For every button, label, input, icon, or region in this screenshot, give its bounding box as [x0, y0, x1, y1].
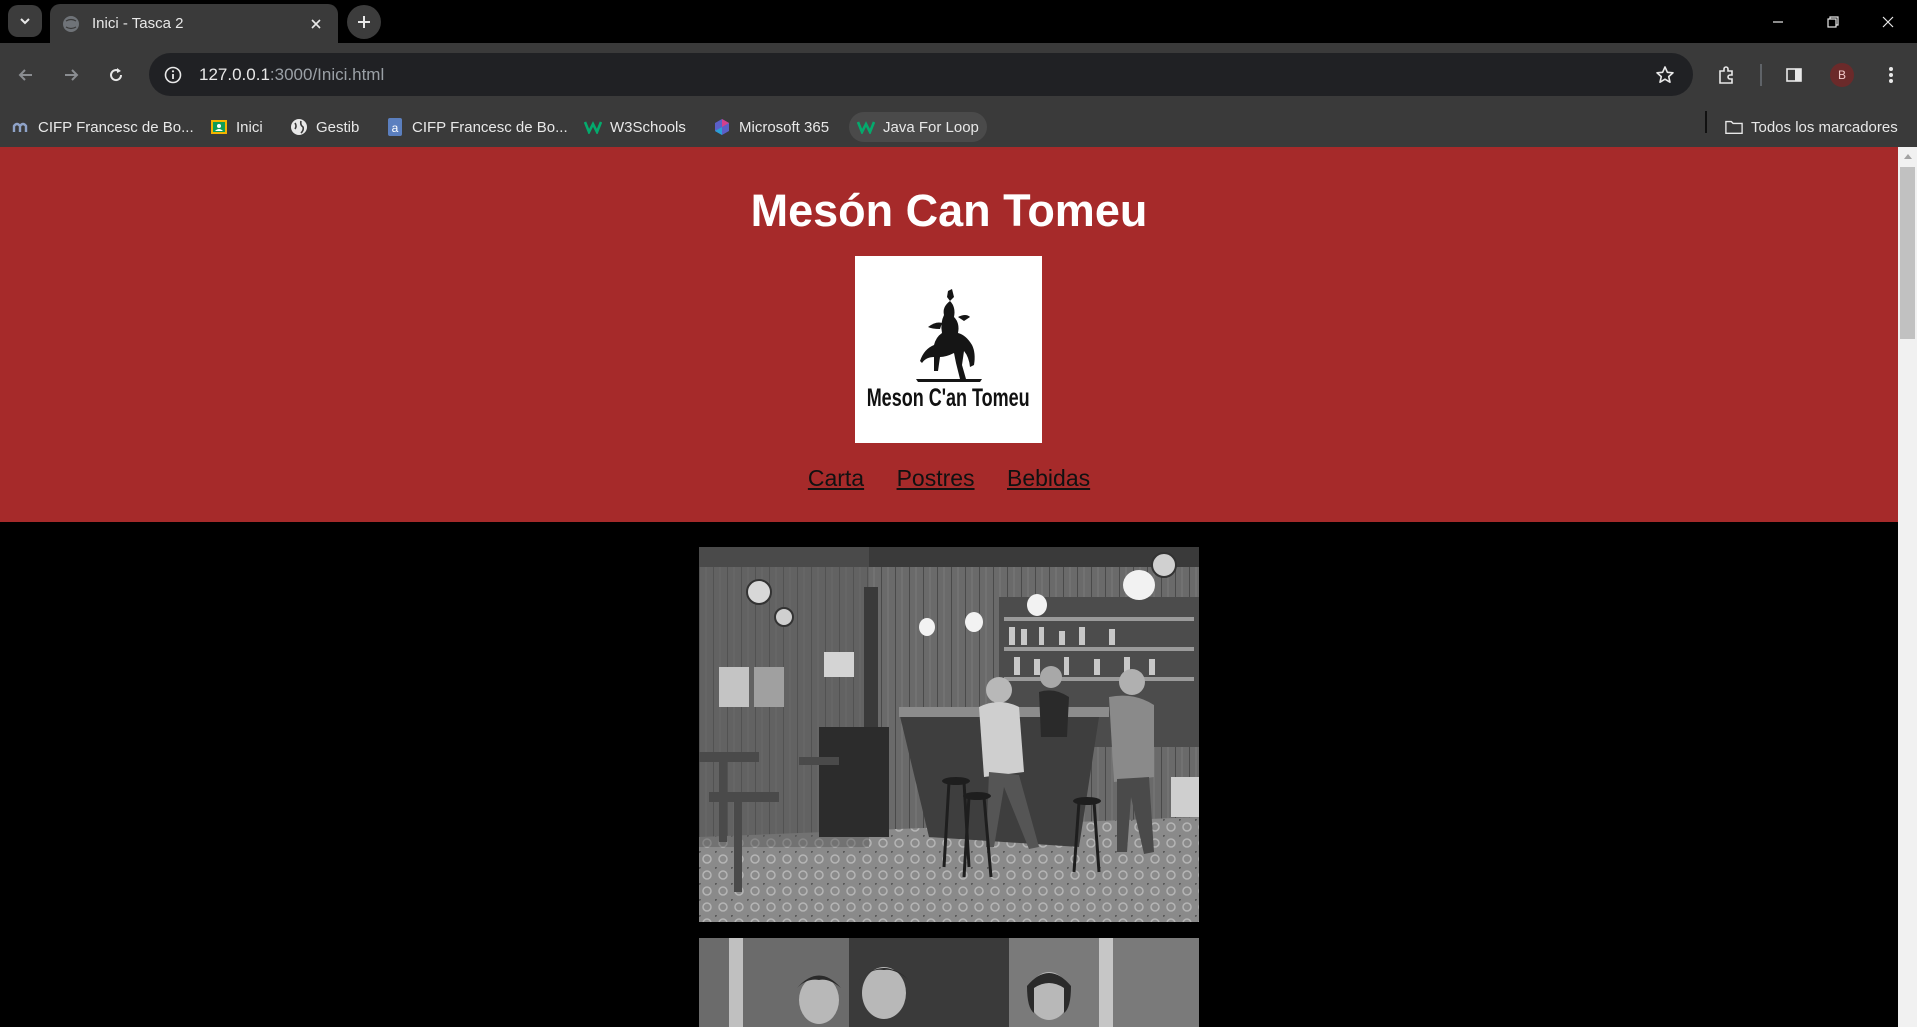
restore-icon [1827, 15, 1839, 28]
w3schools-icon [584, 118, 602, 136]
toolbar-divider [1760, 64, 1762, 86]
tab-active[interactable]: Inici - Tasca 2 [50, 4, 338, 43]
new-tab-button[interactable] [347, 5, 381, 39]
all-bookmarks-button[interactable]: Todos los marcadores [1717, 112, 1906, 142]
puzzle-icon [1719, 66, 1733, 84]
more-vert-icon [1889, 67, 1893, 83]
bookmark-label: Gestib [316, 118, 360, 136]
page-title: Mesón Can Tomeu [750, 185, 1148, 236]
main-nav: Carta Postres Bebidas [0, 465, 1898, 492]
url-host: 127.0.0.1 [199, 64, 270, 84]
bookmark-item[interactable]: Gestib [282, 112, 367, 142]
nav-link-postres[interactable]: Postres [897, 465, 975, 491]
side-panel-icon [1786, 68, 1802, 82]
minimize-icon [1773, 20, 1783, 23]
scrollbar-thumb[interactable] [1900, 167, 1915, 339]
bookmark-label: W3Schools [610, 118, 686, 136]
forward-button[interactable] [53, 57, 89, 93]
bar-interior-photo [699, 547, 1199, 922]
chevron-down-icon [20, 18, 30, 25]
browser-toolbar: 127.0.0.1:3000/Inici.html B [0, 43, 1917, 107]
minimize-button[interactable] [1750, 0, 1806, 43]
bookmark-item[interactable]: a CIFP Francesc de Bo... [378, 112, 576, 142]
reload-icon [110, 68, 123, 82]
scroll-up-arrow-icon[interactable] [1898, 147, 1917, 164]
nav-link-bebidas[interactable]: Bebidas [1007, 465, 1090, 491]
arrow-left-icon [18, 69, 32, 81]
bookmark-item[interactable]: Java For Loop [849, 112, 987, 142]
logo: Meson C'an Tomeu [855, 256, 1042, 443]
profile-button[interactable]: B [1824, 57, 1860, 93]
side-panel-button[interactable] [1776, 57, 1812, 93]
arrow-right-icon [65, 69, 79, 81]
bookmark-item[interactable]: W3Schools [576, 112, 694, 142]
bookmark-label: Todos los marcadores [1751, 118, 1898, 136]
bookmark-label: Java For Loop [883, 118, 979, 136]
plus-icon [358, 16, 370, 28]
menu-button[interactable] [1873, 57, 1909, 93]
bookmark-site-icon: a [386, 118, 404, 136]
bookmark-label: Inici [236, 118, 263, 136]
back-button[interactable] [8, 57, 44, 93]
logo-text: Meson C'an Tomeu [867, 383, 1030, 412]
tab-search-button[interactable] [8, 5, 42, 37]
url-path: :3000/Inici.html [269, 64, 385, 84]
bookmark-item[interactable]: Inici [202, 112, 271, 142]
restore-button[interactable] [1805, 0, 1861, 43]
close-icon [1882, 16, 1894, 27]
avatar: B [1830, 63, 1854, 87]
site-info-icon[interactable] [153, 53, 193, 96]
w3schools-icon [857, 118, 875, 136]
tab-strip: Inici - Tasca 2 [0, 0, 1917, 43]
bookmark-label: CIFP Francesc de Bo... [412, 118, 568, 136]
svg-text:a: a [392, 121, 399, 135]
reload-button[interactable] [98, 57, 134, 93]
close-window-button[interactable] [1860, 0, 1916, 43]
bull-icon [915, 288, 982, 382]
close-tab-icon[interactable] [306, 14, 326, 34]
globe-icon [63, 15, 79, 32]
bookmark-item[interactable]: CIFP Francesc de Bo... [4, 112, 202, 142]
url-text: 127.0.0.1:3000/Inici.html [199, 65, 1645, 85]
site-header: Mesón Can Tomeu Meson C'an Tomeu Carta P… [0, 147, 1898, 522]
folder-icon [1725, 118, 1743, 136]
address-bar[interactable]: 127.0.0.1:3000/Inici.html [149, 53, 1693, 96]
bookmark-item[interactable]: Microsoft 365 [705, 112, 837, 142]
bookmarks-divider [1705, 111, 1707, 133]
bookmarks-bar: CIFP Francesc de Bo... Inici Gestib a CI… [0, 107, 1917, 147]
page-viewport: Mesón Can Tomeu Meson C'an Tomeu Carta P… [0, 147, 1898, 1027]
nav-link-carta[interactable]: Carta [808, 465, 864, 491]
page-scrollbar[interactable] [1898, 147, 1917, 1027]
moodle-icon [12, 118, 30, 136]
bookmark-label: Microsoft 365 [739, 118, 830, 136]
bookmark-star-icon[interactable] [1645, 53, 1685, 96]
microsoft365-icon [713, 118, 731, 136]
classroom-icon [210, 118, 228, 136]
staff-photo [699, 938, 1199, 1027]
bookmark-label: CIFP Francesc de Bo... [38, 118, 194, 136]
globe-icon [290, 118, 308, 136]
tab-title: Inici - Tasca 2 [92, 15, 184, 32]
extensions-button[interactable] [1708, 57, 1744, 93]
